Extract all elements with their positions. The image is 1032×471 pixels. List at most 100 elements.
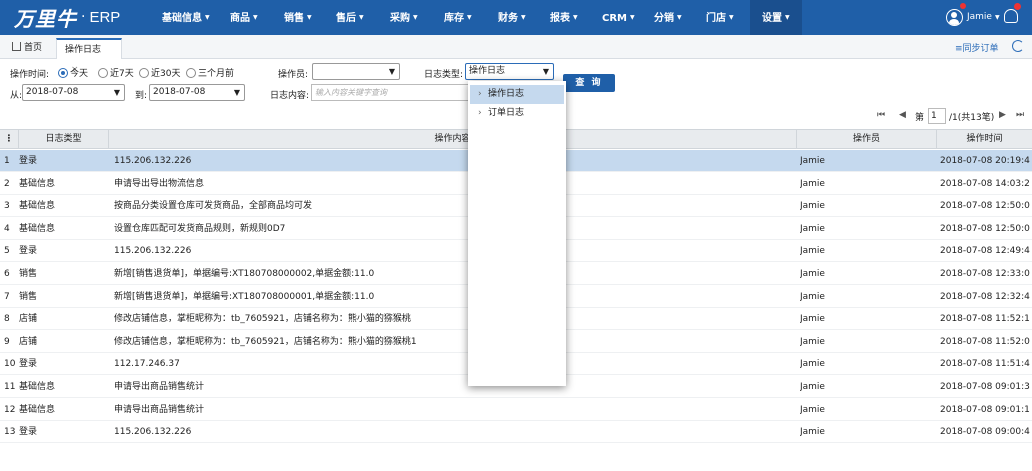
- chevron-down-icon: ▼: [359, 14, 364, 21]
- last-page-button[interactable]: ⏭: [1016, 110, 1024, 120]
- chevron-down-icon: ▼: [233, 88, 240, 97]
- row-index: 1: [4, 156, 10, 166]
- nav-item-stores[interactable]: 门店 ▼: [706, 0, 750, 35]
- row-log-type: 基础信息: [19, 201, 56, 212]
- chevron-down-icon: ▼: [205, 14, 210, 21]
- row-log-type: 基础信息: [19, 382, 56, 392]
- nav-item-products[interactable]: 商品 ▼: [230, 0, 284, 35]
- row-log-type: 登录: [19, 359, 38, 370]
- refresh-icon[interactable]: [1012, 40, 1024, 52]
- nav-label: 报表: [550, 13, 570, 24]
- operator-select[interactable]: ▼: [312, 63, 400, 80]
- user-avatar-icon: [946, 8, 963, 26]
- nav-label: 分销: [654, 13, 674, 24]
- nav-item-purchase[interactable]: 采购 ▼: [390, 0, 444, 35]
- radio-dot: [98, 67, 108, 78]
- table-row[interactable]: 12 基础信息 申请导出商品销售统计 Jamie 2018-07-08 09:01:17: [0, 399, 1032, 421]
- prev-page-button[interactable]: ◀: [899, 110, 906, 120]
- home-icon: [12, 42, 21, 51]
- bell-icon[interactable]: [1004, 9, 1018, 23]
- chevron-right-icon: ›: [478, 89, 482, 99]
- tab-label: 操作日志: [65, 45, 102, 55]
- log-content-input[interactable]: 输入内容关键字查询: [311, 84, 471, 101]
- nav-item-sales[interactable]: 销售 ▼: [284, 0, 336, 35]
- nav-label: 库存: [444, 13, 464, 24]
- to-label: 到:: [135, 91, 148, 101]
- from-date-select[interactable]: 2018-07-08 ▼: [22, 84, 125, 101]
- row-index: 5: [4, 246, 10, 257]
- main-menu: 基础信息 ▼ 商品 ▼ 销售 ▼ 售后 ▼ 采购 ▼ 库存 ▼ 财务 ▼ 报表 ▼ CRM ▼ 分…: [150, 0, 802, 35]
- radio-today[interactable]: 今天: [58, 66, 88, 79]
- next-page-button[interactable]: ▶: [999, 110, 1006, 120]
- log-type-select[interactable]: 操作日志 ▼: [465, 63, 554, 80]
- column-header-content[interactable]: 操作内容: [109, 130, 797, 149]
- dropdown-option-operation-log[interactable]: › 操作日志: [470, 85, 564, 104]
- chevron-down-icon: ▼: [467, 14, 472, 21]
- radio-dot: [186, 67, 196, 78]
- row-content: 修改店铺信息，掌柜昵称为：tb_7605921，店铺名称为：熊小猫的猕猴桃1: [114, 336, 417, 347]
- nav-item-after-sales[interactable]: 售后 ▼: [336, 0, 390, 35]
- column-menu-icon[interactable]: ⋮: [0, 130, 19, 149]
- brand-logo[interactable]: 万里牛 · ERP: [14, 5, 120, 31]
- row-time: 2018-07-08 11:52:04: [940, 336, 1030, 347]
- first-page-button[interactable]: ⏮: [877, 110, 885, 120]
- row-time: 2018-07-08 11:51:49: [940, 359, 1030, 370]
- nav-item-inventory[interactable]: 库存 ▼: [444, 0, 498, 35]
- chevron-down-icon: ▼: [630, 14, 635, 21]
- user-menu[interactable]: Jamie ▼: [946, 7, 1000, 27]
- row-index: 11: [4, 382, 16, 392]
- query-button[interactable]: 查 询: [563, 74, 615, 92]
- row-content: 修改店铺信息，掌柜昵称为：tb_7605921，店铺名称为：熊小猫的猕猴桃: [114, 314, 411, 325]
- row-operator: Jamie: [800, 291, 825, 302]
- row-operator: Jamie: [800, 156, 825, 166]
- page-label: 第: [915, 113, 925, 123]
- row-time: 2018-07-08 12:50:09: [940, 201, 1030, 212]
- page-number-input[interactable]: 1: [928, 108, 946, 124]
- row-index: 3: [4, 201, 10, 212]
- column-header-type[interactable]: 日志类型: [19, 130, 109, 149]
- row-time: 2018-07-08 20:19:44: [940, 156, 1030, 166]
- dropdown-option-order-log[interactable]: › 订单日志: [470, 104, 564, 123]
- radio-30-days[interactable]: 近30天: [139, 66, 180, 79]
- nav-item-finance[interactable]: 财务 ▼: [498, 0, 550, 35]
- tab-home[interactable]: 首页: [4, 38, 50, 59]
- notification-badge: [1014, 3, 1021, 10]
- row-operator: Jamie: [800, 178, 825, 189]
- row-operator: Jamie: [800, 223, 825, 234]
- row-log-type: 登录: [19, 246, 38, 257]
- row-operator: Jamie: [800, 382, 825, 392]
- row-operator: Jamie: [800, 201, 825, 212]
- row-time: 2018-07-08 14:03:25: [940, 178, 1030, 189]
- row-index: 2: [4, 178, 10, 189]
- radio-7-days[interactable]: 近7天: [98, 66, 134, 79]
- row-operator: Jamie: [800, 404, 825, 415]
- table-row[interactable]: 13 登录 115.206.132.226 Jamie 2018-07-08 09:00…: [0, 421, 1032, 444]
- chevron-right-icon: ›: [478, 108, 482, 118]
- row-content: 新增[销售退货单]，单据编号:XT180708000001,单据金额:11.0: [114, 291, 375, 302]
- nav-label: 基础信息: [162, 13, 202, 24]
- nav-item-distribution[interactable]: 分销 ▼: [654, 0, 706, 35]
- nav-item-basic-info[interactable]: 基础信息 ▼: [162, 0, 230, 35]
- row-log-type: 销售: [19, 269, 38, 279]
- column-header-operator[interactable]: 操作员: [797, 130, 937, 149]
- logo-text: 万里牛: [14, 6, 77, 31]
- row-index: 13: [4, 427, 16, 438]
- row-time: 2018-07-08 11:52:11: [940, 314, 1030, 325]
- tab-operation-log[interactable]: 操作日志×: [56, 38, 122, 75]
- radio-3-months-ago[interactable]: 三个月前: [186, 66, 234, 79]
- nav-item-settings[interactable]: 设置 ▼: [750, 0, 802, 35]
- row-time: 2018-07-08 12:50:09: [940, 223, 1030, 234]
- column-header-time[interactable]: 操作时间: [937, 130, 1032, 149]
- sync-orders-button[interactable]: ≡同步订单: [955, 41, 999, 54]
- row-time: 2018-07-08 09:01:17: [940, 404, 1030, 415]
- log-type-dropdown: › 操作日志 › 订单日志: [468, 81, 566, 386]
- chevron-down-icon: ▼: [994, 13, 1000, 21]
- to-date-select[interactable]: 2018-07-08 ▼: [149, 84, 245, 101]
- nav-item-reports[interactable]: 报表 ▼: [550, 0, 602, 35]
- nav-item-crm[interactable]: CRM ▼: [602, 0, 654, 35]
- row-log-type: 店铺: [19, 336, 38, 347]
- row-time: 2018-07-08 12:49:49: [940, 246, 1030, 257]
- row-log-type: 基础信息: [19, 404, 56, 415]
- row-time: 2018-07-08 12:33:05: [940, 269, 1030, 279]
- radio-label: 近30天: [151, 69, 181, 79]
